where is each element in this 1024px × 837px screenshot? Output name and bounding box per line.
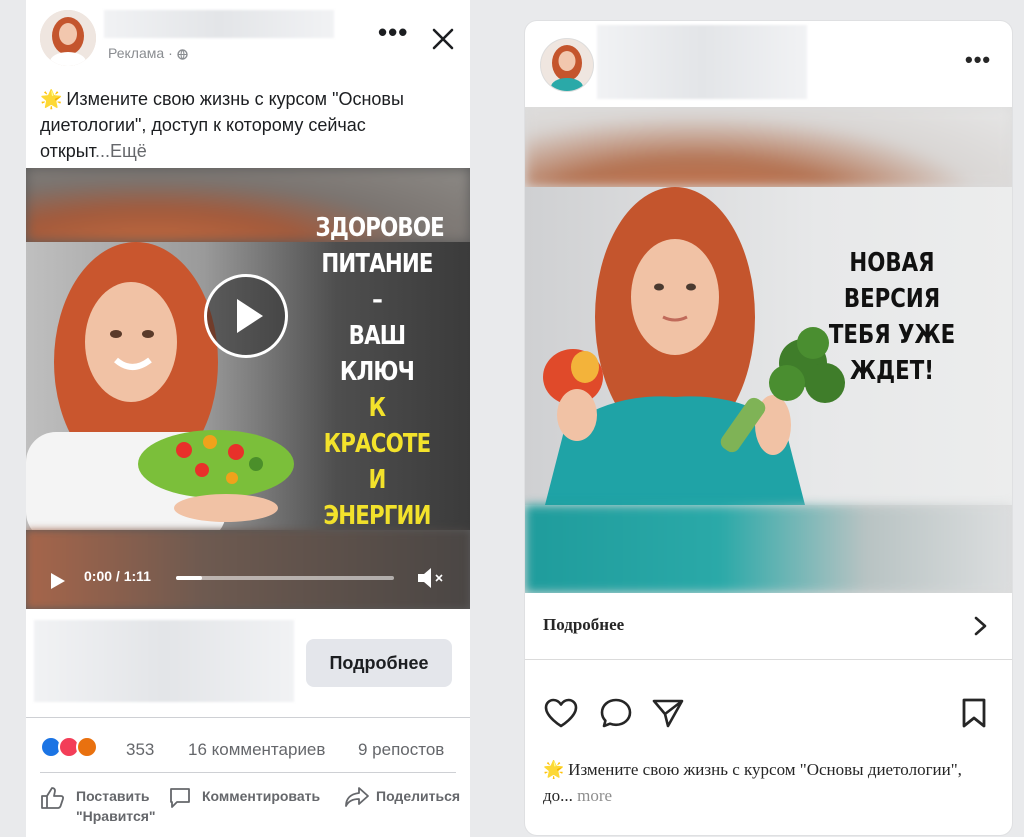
play-control-icon[interactable]: [48, 572, 66, 590]
reaction-icons[interactable]: [40, 736, 100, 758]
comment-button[interactable]: Комментировать: [202, 786, 320, 806]
advertiser-avatar[interactable]: [40, 10, 96, 66]
advertiser-name-redacted: [597, 25, 807, 99]
play-button[interactable]: [204, 274, 288, 358]
play-icon: [237, 299, 263, 333]
video-time: 0:00 / 1:11: [84, 568, 151, 584]
headline-line: ВАШ КЛЮЧ: [339, 321, 415, 387]
ad-caption: 🌟 Измените свою жизнь с курсом "Основы ди…: [543, 757, 993, 809]
globe-icon: [177, 49, 188, 60]
send-icon[interactable]: [651, 697, 685, 729]
headline-line-highlight: И ЭНЕРГИИ: [323, 465, 431, 531]
share-button[interactable]: Поделиться: [376, 786, 460, 806]
video-headline: ЗДОРОВОЕ ПИТАНИЕ – ВАШ КЛЮЧ К КРАСОТЕ И …: [315, 210, 445, 534]
sun-emoji-icon: 🌟: [40, 89, 63, 109]
divider: [26, 717, 470, 718]
instagram-ad-card: ••• НОВАЯ ВЕРСИЯ ТЕБЯ УЖЕ ЖДЕТ! Подробне…: [525, 21, 1012, 835]
see-more-link[interactable]: more: [577, 786, 612, 805]
more-options-button[interactable]: •••: [965, 47, 991, 73]
sponsored-label: Реклама ·: [108, 45, 188, 61]
facebook-ad-card: Реклама · ••• 🌟 Измените свою жизнь с курс…: [26, 0, 470, 837]
learn-more-label[interactable]: Подробнее: [543, 615, 624, 635]
learn-more-button[interactable]: Подробнее: [306, 639, 452, 687]
advertiser-name-redacted: [104, 10, 334, 38]
bookmark-icon[interactable]: [959, 697, 989, 729]
headline-line: НОВАЯ ВЕРСИЯ: [843, 248, 941, 314]
video-progress-track[interactable]: [176, 576, 394, 580]
headline-line: ПИТАНИЕ –: [321, 249, 433, 315]
blurred-image-top: [525, 107, 1012, 187]
blurred-image-bottom: [525, 505, 1012, 593]
comment-icon[interactable]: [168, 786, 192, 810]
cta-text-redacted: [34, 620, 294, 702]
headline-line: ТЕБЯ УЖЕ ЖДЕТ!: [828, 320, 956, 386]
close-icon[interactable]: [430, 26, 456, 52]
headline-line: ЗДОРОВОЕ: [315, 213, 445, 243]
share-icon[interactable]: [344, 786, 370, 808]
headline-line-highlight: К КРАСОТЕ: [323, 393, 432, 459]
sparkle-emoji-icon: 🌟: [543, 760, 565, 779]
mute-icon[interactable]: [416, 566, 446, 590]
image-headline: НОВАЯ ВЕРСИЯ ТЕБЯ УЖЕ ЖДЕТ!: [806, 245, 978, 389]
ad-caption: 🌟 Измените свою жизнь с курсом "Основы ди…: [40, 86, 460, 164]
see-more-link[interactable]: ...Ещё: [95, 141, 147, 161]
comment-bubble-icon[interactable]: [599, 697, 633, 729]
comments-count[interactable]: 16 комментариев: [188, 740, 325, 760]
heart-icon[interactable]: [543, 697, 579, 729]
divider: [40, 772, 456, 773]
advertiser-avatar[interactable]: [541, 39, 593, 91]
like-button[interactable]: Поставить "Нравится": [76, 786, 156, 826]
video-progress-fill: [176, 576, 203, 580]
ad-image[interactable]: НОВАЯ ВЕРСИЯ ТЕБЯ УЖЕ ЖДЕТ!: [525, 107, 1012, 593]
shares-count[interactable]: 9 репостов: [358, 740, 444, 760]
more-options-button[interactable]: •••: [378, 19, 408, 45]
angry-reaction-icon: [76, 736, 98, 758]
like-icon[interactable]: [40, 786, 66, 810]
reaction-count[interactable]: 353: [126, 740, 154, 760]
chevron-right-icon[interactable]: [971, 615, 989, 637]
video-player[interactable]: ЗДОРОВОЕ ПИТАНИЕ – ВАШ КЛЮЧ К КРАСОТЕ И …: [26, 168, 470, 609]
